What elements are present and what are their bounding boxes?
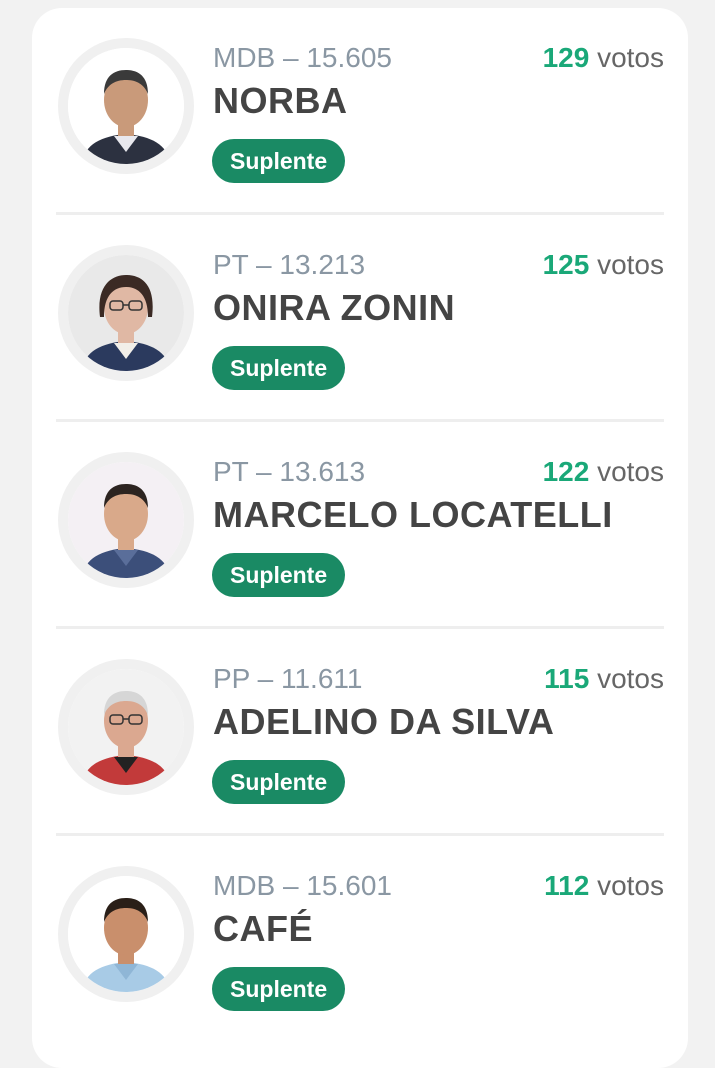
portrait-image [68, 669, 184, 785]
vote-number: 122 [542, 456, 590, 487]
party-number: PP – 11.611 [213, 663, 363, 694]
candidate-photo [58, 659, 194, 795]
candidate-row[interactable]: MDB – 15.601 112 votos CAFÉ Suplente [56, 836, 664, 1043]
candidate-row[interactable]: PT – 13.213 125 votos ONIRA ZONIN Suplen… [56, 215, 664, 422]
candidate-row[interactable]: PP – 11.611 115 votos ADELINO DA SILVA S… [56, 629, 664, 836]
candidate-row[interactable]: PT – 13.613 122 votos MARCELO LOCATELLI … [56, 422, 664, 629]
candidate-name: ONIRA ZONIN [213, 287, 456, 328]
candidate-photo [58, 452, 194, 588]
status-badge: Suplente [212, 967, 346, 1011]
vote-unit: votos [597, 456, 664, 487]
vote-count: 112 votos [544, 870, 664, 902]
portrait-image [68, 255, 184, 371]
vote-count: 122 votos [543, 456, 664, 488]
candidate-list-card: MDB – 15.605 129 votos NORBA Suplente PT… [32, 8, 688, 1068]
party-number: PT – 13.613 [213, 456, 366, 487]
candidate-row[interactable]: MDB – 15.605 129 votos NORBA Suplente [56, 8, 664, 215]
status-badge: Suplente [212, 139, 346, 183]
vote-unit: votos [597, 870, 664, 901]
vote-number: 112 [544, 870, 590, 901]
vote-unit: votos [597, 663, 664, 694]
status-badge: Suplente [212, 346, 346, 390]
vote-unit: votos [597, 42, 664, 73]
status-badge: Suplente [212, 553, 346, 597]
vote-number: 125 [542, 249, 590, 280]
vote-count: 129 votos [543, 42, 664, 74]
vote-count: 115 votos [544, 663, 664, 695]
vote-count: 125 votos [543, 249, 664, 281]
portrait-image [68, 48, 184, 164]
party-number: MDB – 15.605 [213, 42, 392, 73]
vote-number: 129 [542, 42, 590, 73]
candidate-name: ADELINO DA SILVA [213, 701, 555, 742]
portrait-image [68, 876, 184, 992]
candidate-photo [58, 38, 194, 174]
candidate-photo [58, 866, 194, 1002]
vote-number: 115 [544, 663, 590, 694]
candidate-name: MARCELO LOCATELLI [213, 494, 613, 535]
party-number: MDB – 15.601 [213, 870, 392, 901]
portrait-image [68, 462, 184, 578]
candidate-name: NORBA [213, 80, 348, 121]
vote-unit: votos [597, 249, 664, 280]
status-badge: Suplente [212, 760, 346, 804]
candidate-name: CAFÉ [213, 908, 313, 949]
party-number: PT – 13.213 [213, 249, 366, 280]
candidate-photo [58, 245, 194, 381]
